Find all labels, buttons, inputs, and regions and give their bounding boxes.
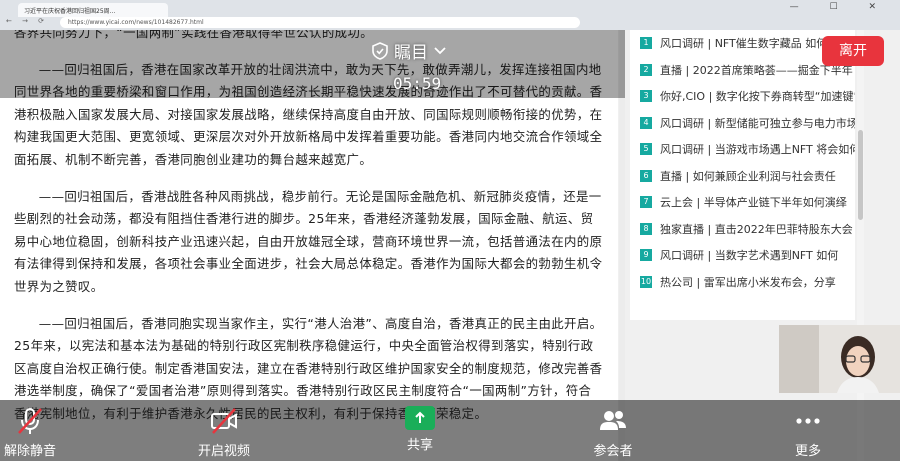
sidebar-item[interactable]: 4 风口调研 | 新型储能可独立参与电力市场 <box>630 110 855 137</box>
rank-badge: 1 <box>640 37 652 50</box>
rank-badge: 5 <box>640 143 652 156</box>
rank-badge: 10 <box>640 275 652 288</box>
more-button[interactable]: 更多 <box>786 406 830 459</box>
rank-badge: 6 <box>640 169 652 182</box>
sidebar-item[interactable]: 9 风口调研 | 当数字艺术遇到NFT 如何 <box>630 242 855 269</box>
page-scrollbar[interactable] <box>857 30 864 461</box>
leave-button[interactable]: 离开 <box>822 36 884 66</box>
participant-video[interactable] <box>779 325 900 393</box>
camera-off-icon <box>211 408 237 434</box>
sidebar-item[interactable]: 10 热公司 | 雷军出席小米发布会，分享 <box>630 269 855 296</box>
address-bar[interactable]: https://www.yicai.com/news/101482677.htm… <box>60 17 580 28</box>
sidebar-item-label: 你好,CIO | 数字化按下券商转型“加速键” <box>660 90 855 104</box>
share-icon <box>405 406 435 430</box>
meeting-title[interactable]: 瞩目 <box>372 38 446 63</box>
sidebar-item[interactable]: 3 你好,CIO | 数字化按下券商转型“加速键” <box>630 83 855 110</box>
rank-badge: 9 <box>640 249 652 262</box>
rank-badge: 4 <box>640 116 652 129</box>
browser-tab[interactable]: 习近平在庆祝香港回归祖国25周... <box>18 3 168 17</box>
participant-avatar-icon <box>837 336 879 393</box>
rank-badge: 7 <box>640 196 652 209</box>
muted-mic-icon <box>18 408 42 434</box>
unmute-label: 解除静音 <box>3 444 56 459</box>
unmute-button[interactable]: 解除静音 <box>0 406 60 459</box>
rank-badge: 8 <box>640 222 652 235</box>
sidebar-item-label: 风口调研 | 当数字艺术遇到NFT 如何 <box>660 249 839 263</box>
more-label: 更多 <box>794 444 821 459</box>
sidebar-item[interactable]: 6 直播 | 如何兼顾企业利润与社会责任 <box>630 163 855 190</box>
sidebar-item-label: 风口调研 | 新型储能可独立参与电力市场 <box>660 116 855 130</box>
window-controls[interactable]: — ☐ ✕ <box>790 2 890 12</box>
sidebar-item[interactable]: 8 独家直播 | 直击2022年巴菲特股东大会 <box>630 216 855 243</box>
sidebar-item-label: 独家直播 | 直击2022年巴菲特股东大会 <box>660 222 853 236</box>
browser-top-bar: 习近平在庆祝香港回归祖国25周... ← → ⟳ https://www.yic… <box>0 0 900 30</box>
participants-button[interactable]: 参会者 <box>588 406 638 459</box>
nav-arrows-icon[interactable]: ← → ⟳ <box>6 17 48 25</box>
share-label: 共享 <box>406 438 433 453</box>
sidebar-item-label: 风口调研 | NFT催生数字藏品 如何 <box>660 37 828 51</box>
meeting-title-label: 瞩目 <box>394 43 428 63</box>
meeting-toolbar: 解除静音 开启视频 共享 参会者 更多 <box>0 400 900 461</box>
sidebar-item-label: 热公司 | 雷军出席小米发布会，分享 <box>660 275 836 289</box>
more-dots-icon <box>796 418 820 424</box>
sidebar-list: 1 风口调研 | NFT催生数字藏品 如何 2 直播 | 2022首席策略荟——掘金… <box>630 30 855 320</box>
sidebar-item[interactable]: 7 云上会 | 半导体产业链下半年如何演绎 <box>630 189 855 216</box>
page-scrollbar-thumb[interactable] <box>858 130 863 220</box>
sidebar-item-label: 风口调研 | 当游戏市场遇上NFT 将会如何 <box>660 143 855 157</box>
shield-icon <box>372 41 388 60</box>
chevron-down-icon <box>434 46 446 54</box>
participants-icon <box>600 411 626 430</box>
rank-badge: 3 <box>640 90 652 103</box>
share-screen-button[interactable]: 共享 <box>402 406 438 453</box>
article-paragraph: ——回归祖国后，香港战胜各种风雨挑战，稳步前行。无论是国际金融危机、新冠肺炎疫情… <box>14 188 603 294</box>
start-video-button[interactable]: 开启视频 <box>194 406 254 459</box>
start-video-label: 开启视频 <box>197 444 250 459</box>
meeting-timer: 05:59 <box>393 74 442 93</box>
sidebar-item-label: 云上会 | 半导体产业链下半年如何演绎 <box>660 196 847 210</box>
sidebar-item[interactable]: 5 风口调研 | 当游戏市场遇上NFT 将会如何 <box>630 136 855 163</box>
video-background <box>779 325 819 393</box>
participants-label: 参会者 <box>593 444 633 459</box>
sidebar-item-label: 直播 | 如何兼顾企业利润与社会责任 <box>660 169 836 183</box>
rank-badge: 2 <box>640 63 652 76</box>
meeting-top-overlay <box>0 30 625 98</box>
